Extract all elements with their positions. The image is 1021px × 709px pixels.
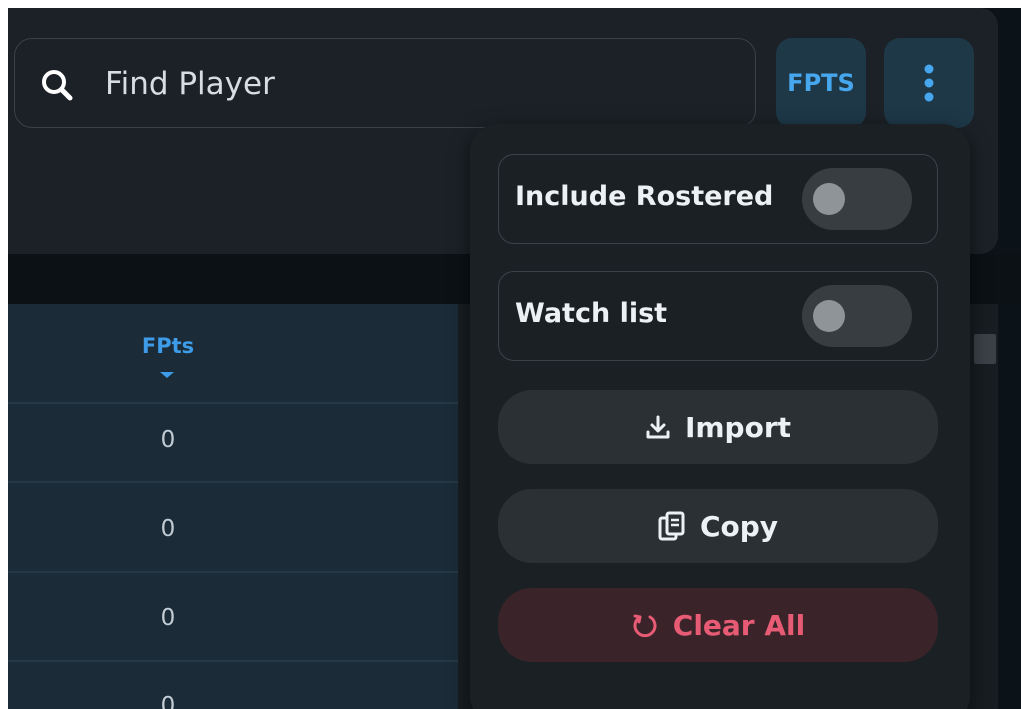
search-icon <box>42 70 73 101</box>
search-box[interactable] <box>14 38 756 128</box>
row-divider <box>8 402 458 404</box>
clear-all-button[interactable]: Clear All <box>498 588 938 662</box>
reset-icon <box>631 611 659 639</box>
scrollbar-thumb[interactable] <box>974 334 996 364</box>
more-options-button[interactable] <box>884 38 974 128</box>
watch-list-label: Watch list <box>515 298 668 329</box>
copy-button[interactable]: Copy <box>498 489 938 563</box>
player-table: FPts 0 0 0 0 <box>8 304 458 709</box>
copy-label: Copy <box>699 509 779 543</box>
sort-desc-icon <box>160 372 174 378</box>
more-vertical-icon <box>924 64 934 102</box>
clear-all-label: Clear All <box>672 608 806 642</box>
table-cell-fpts: 0 <box>160 693 176 709</box>
include-rostered-row: Include Rostered <box>498 154 938 244</box>
options-menu: Include Rostered Watch list Import Copy … <box>470 124 970 709</box>
row-divider <box>8 481 458 483</box>
toggle-knob <box>813 300 845 332</box>
table-cell-fpts: 0 <box>160 605 176 631</box>
include-rostered-label: Include Rostered <box>515 181 774 212</box>
download-icon <box>645 414 671 440</box>
column-header-fpts[interactable]: FPts <box>138 334 198 358</box>
import-button[interactable]: Import <box>498 390 938 464</box>
import-label: Import <box>684 410 792 444</box>
table-cell-fpts: 0 <box>160 427 176 453</box>
watch-list-toggle[interactable] <box>802 285 912 347</box>
include-rostered-toggle[interactable] <box>802 168 912 230</box>
watch-list-row: Watch list <box>498 271 938 361</box>
table-cell-fpts: 0 <box>160 516 176 542</box>
toggle-knob <box>813 183 845 215</box>
search-input[interactable] <box>105 59 725 109</box>
fpts-button[interactable]: FPTS <box>776 38 866 128</box>
row-divider <box>8 660 458 662</box>
copy-icon <box>658 511 686 541</box>
row-divider <box>8 571 458 573</box>
